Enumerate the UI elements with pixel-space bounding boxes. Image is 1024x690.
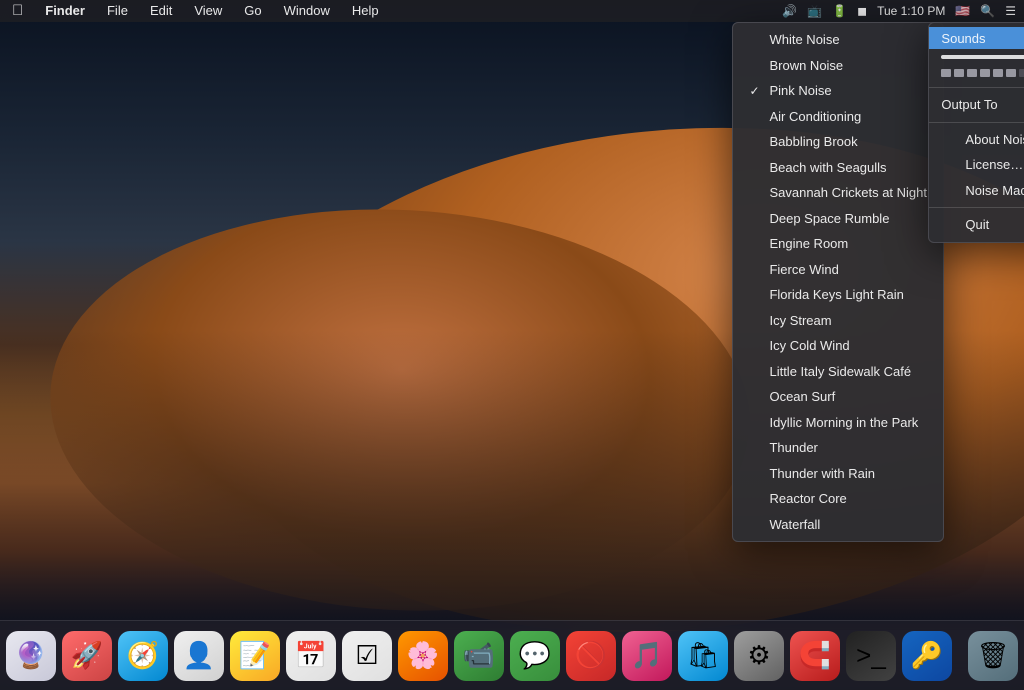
volume-slider-container [929,49,1024,65]
license-label: License… [965,155,1023,175]
menubar-go[interactable]: Go [240,0,265,22]
dock-item-1password[interactable]: 🔑 [902,631,952,681]
menubar-view[interactable]: View [190,0,226,22]
volume-bar-display [929,65,1024,83]
dock-item-magnet[interactable]: 🧲 [790,631,840,681]
dock-item-music[interactable]: 🎵 [622,631,672,681]
dock-item-messages[interactable]: 💬 [510,631,560,681]
vol-bar-6 [1006,69,1016,77]
dock-item-safari[interactable]: 🧭 [118,631,168,681]
sounds-menu: White NoiseBrown Noise✓Pink NoiseAir Con… [732,22,944,542]
sound-item-0[interactable]: White Noise [733,27,943,53]
dock-item-trash[interactable]: 🗑 [968,631,1018,681]
battery-icon[interactable]: 🔋 [832,4,847,18]
dock-item-photos[interactable]: 🌸 [398,631,448,681]
dock-item-contacts[interactable]: 👤 [174,631,224,681]
help-label: Noise Machine Help… [965,181,1024,201]
sound-item-6[interactable]: Savannah Crickets at Night [733,180,943,206]
output-to-item[interactable]: Output To ▶ [929,92,1024,118]
menubar:  Finder File Edit View Go Window Help 🔊… [0,0,1024,22]
dock-item-siri[interactable]: 🔮 [6,631,56,681]
quit-item[interactable]: Quit [929,212,1024,238]
dock-item-reminders[interactable]: ☑ [342,631,392,681]
sound-item-7[interactable]: Deep Space Rumble [733,206,943,232]
dock-item-launchpad[interactable]: 🚀 [62,631,112,681]
dock-item-system-preferences[interactable]: ⚙ [734,631,784,681]
help-item[interactable]: Noise Machine Help… [929,178,1024,204]
sound-item-8[interactable]: Engine Room [733,231,943,257]
sound-item-3[interactable]: Air Conditioning [733,104,943,130]
quit-label: Quit [965,215,989,235]
menubar-finder[interactable]: Finder [41,0,89,22]
separator-3 [929,207,1024,208]
license-item[interactable]: License… [929,152,1024,178]
sound-item-4[interactable]: Babbling Brook [733,129,943,155]
apple-menu[interactable]:  [8,0,27,22]
app-menu: Sounds ▶ Output To ▶ [928,22,1024,243]
dock-item-notes[interactable]: 📝 [230,631,280,681]
sound-item-13[interactable]: Little Italy Sidewalk Café [733,359,943,385]
sound-item-11[interactable]: Icy Stream [733,308,943,334]
dock-item-app-store[interactable]: 🛍 [678,631,728,681]
speaker-icon[interactable]: 🔊 [782,4,797,18]
about-label: About Noise Machine… [965,130,1024,150]
vol-bar-7 [1019,69,1024,77]
volume-slider-fill [941,55,1024,59]
sound-item-17[interactable]: Thunder with Rain [733,461,943,487]
sound-item-15[interactable]: Idyllic Morning in the Park [733,410,943,436]
sounds-menu-item[interactable]: Sounds ▶ [929,27,1024,49]
menubar-edit[interactable]: Edit [146,0,176,22]
dock-item-do-not-disturb[interactable]: 🚫 [566,631,616,681]
vol-bar-4 [980,69,990,77]
dock-item-terminal[interactable]: >_ [846,631,896,681]
screen-icon[interactable]: 📺 [807,4,822,18]
vol-bar-2 [954,69,964,77]
separator-2 [929,122,1024,123]
dock-item-calendar[interactable]: 📅 [286,631,336,681]
menubar-window[interactable]: Window [280,0,334,22]
output-to-label: Output To [941,95,1024,115]
dropdown-container: White NoiseBrown Noise✓Pink NoiseAir Con… [732,22,944,542]
sound-item-12[interactable]: Icy Cold Wind [733,333,943,359]
sound-item-18[interactable]: Reactor Core [733,486,943,512]
sound-item-9[interactable]: Fierce Wind [733,257,943,283]
sound-item-14[interactable]: Ocean Surf [733,384,943,410]
sound-item-1[interactable]: Brown Noise [733,53,943,79]
about-item[interactable]: About Noise Machine… [929,127,1024,153]
search-icon[interactable]: 🔍 [980,4,995,18]
dock-item-facetime[interactable]: 📹 [454,631,504,681]
vol-bar-5 [993,69,1003,77]
sound-item-10[interactable]: Florida Keys Light Rain [733,282,943,308]
sounds-label: Sounds [941,31,1024,46]
sound-item-2[interactable]: ✓Pink Noise [733,78,943,104]
menubar-file[interactable]: File [103,0,132,22]
menubar-help[interactable]: Help [348,0,383,22]
sound-item-16[interactable]: Thunder [733,435,943,461]
sound-item-19[interactable]: Waterfall [733,512,943,538]
dock: 🗂🔮🚀🧭👤📝📅☑🌸📹💬🚫🎵🛍⚙🧲>_🔑🗑📁 [0,620,1024,690]
flag-icon: 🇺🇸 [955,4,970,18]
menubar-time: Tue 1:10 PM [877,4,945,18]
separator-1 [929,87,1024,88]
wifi-icon[interactable]: ◼ [857,4,867,18]
vol-bar-3 [967,69,977,77]
list-icon[interactable]: ☰ [1005,4,1016,18]
volume-slider-track[interactable] [941,55,1024,59]
sound-item-5[interactable]: Beach with Seagulls [733,155,943,181]
vol-bar-1 [941,69,951,77]
